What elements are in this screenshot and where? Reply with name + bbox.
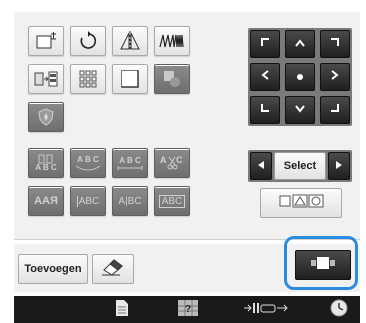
- edit-screen: A B C A B C A B C AC AAЯ ABC A|BC ABC Se…: [0, 0, 366, 323]
- position-pad: [248, 28, 352, 126]
- eraser-icon: [100, 258, 126, 281]
- page-icon: [115, 299, 129, 322]
- svg-text:C: C: [176, 155, 183, 165]
- svg-text:A: A: [160, 155, 167, 165]
- density-button[interactable]: [154, 26, 190, 56]
- corner-bottom-left-icon: [259, 101, 271, 119]
- arc-text-label: A B C: [77, 154, 99, 164]
- chevron-left-icon: [260, 68, 270, 86]
- grid-icon: ?: [177, 299, 199, 322]
- cut-text-button[interactable]: AC: [154, 148, 190, 178]
- array-icon: [78, 69, 98, 89]
- boxed-text-button[interactable]: ABC: [154, 186, 190, 216]
- framed-text-icon: ABC: [76, 195, 100, 207]
- group-color-icon: [33, 69, 59, 89]
- triangle-left-icon: [257, 157, 265, 175]
- applique-button[interactable]: [154, 64, 190, 94]
- select-prev-button[interactable]: [250, 152, 272, 180]
- select-label: Select: [274, 152, 326, 180]
- framed-text-button[interactable]: ABC: [70, 186, 106, 216]
- delete-button[interactable]: [92, 254, 134, 284]
- resize-icon: [34, 31, 58, 51]
- corner-top-left-icon: [259, 35, 271, 53]
- mirror-icon: [118, 31, 142, 51]
- center-button[interactable]: [285, 63, 315, 91]
- move-down-right-button[interactable]: [320, 96, 350, 124]
- framed-text-label: ABC: [76, 195, 100, 207]
- grid-button[interactable]: ?: [176, 299, 200, 322]
- add-button[interactable]: Toevoegen: [18, 254, 88, 284]
- density-icon: [159, 33, 185, 49]
- straight-text-button[interactable]: A B C: [112, 148, 148, 178]
- border-icon: [120, 69, 140, 89]
- resize-button[interactable]: [28, 26, 64, 56]
- move-frame-button[interactable]: [295, 250, 351, 280]
- straight-text-icon: A B C: [116, 156, 144, 171]
- triangle-right-icon: [335, 157, 343, 175]
- shield-button[interactable]: [28, 102, 64, 132]
- spacing-text-button[interactable]: A|BC: [112, 186, 148, 216]
- vertical-text-icon: A B C: [35, 154, 57, 172]
- move-up-left-button[interactable]: [250, 30, 280, 58]
- straight-text-label: A B C: [119, 155, 141, 165]
- presser-foot-button[interactable]: [242, 300, 290, 320]
- move-frame-icon: [310, 255, 336, 276]
- size-text-button[interactable]: AAЯ: [28, 186, 64, 216]
- mirror-button[interactable]: [112, 26, 148, 56]
- chevron-right-icon: [330, 68, 340, 86]
- shape-select-button[interactable]: [260, 188, 342, 218]
- vertical-text-button[interactable]: A B C: [28, 148, 64, 178]
- arc-text-button[interactable]: A B C: [70, 148, 106, 178]
- rotate-button[interactable]: [70, 26, 106, 56]
- move-down-button[interactable]: [285, 96, 315, 124]
- applique-icon: [162, 69, 182, 89]
- rotate-icon: [78, 31, 98, 51]
- clock-icon: [329, 298, 349, 323]
- vertical-text-label: A B C: [35, 163, 57, 172]
- spacing-text-icon: A|BC: [118, 195, 142, 207]
- select-next-button[interactable]: [328, 152, 350, 180]
- move-left-button[interactable]: [250, 63, 280, 91]
- clock-button[interactable]: [328, 298, 350, 323]
- corner-top-right-icon: [329, 35, 341, 53]
- border-button[interactable]: [112, 64, 148, 94]
- svg-text:?: ?: [185, 304, 191, 315]
- cut-text-icon: AC: [159, 153, 185, 173]
- move-up-right-button[interactable]: [320, 30, 350, 58]
- color-group-button[interactable]: [28, 64, 64, 94]
- corner-bottom-right-icon: [329, 101, 341, 119]
- chevron-down-icon: [294, 101, 306, 119]
- edit-panel: A B C A B C A B C AC AAЯ ABC A|BC ABC Se…: [14, 12, 360, 240]
- shapes-icon: [278, 194, 324, 213]
- presser-foot-icon: [243, 301, 289, 320]
- move-up-button[interactable]: [285, 30, 315, 58]
- center-dot-icon: [296, 68, 304, 86]
- arc-text-icon: A B C: [74, 155, 102, 172]
- page-button[interactable]: [112, 299, 132, 322]
- size-text-icon: AAЯ: [34, 195, 58, 207]
- status-bar: ?: [14, 296, 360, 323]
- chevron-up-icon: [294, 35, 306, 53]
- select-bar: Select: [248, 150, 352, 182]
- boxed-text-icon: ABC: [158, 194, 186, 208]
- array-button[interactable]: [70, 64, 106, 94]
- shield-icon: [36, 107, 56, 127]
- move-right-button[interactable]: [320, 63, 350, 91]
- move-down-left-button[interactable]: [250, 96, 280, 124]
